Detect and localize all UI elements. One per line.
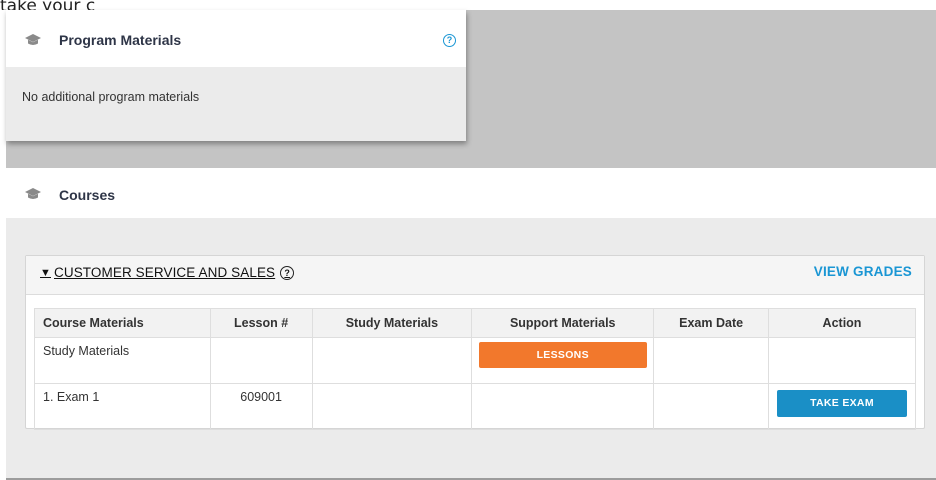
action-cell: TAKE EXAM — [768, 383, 916, 430]
column-header: Support Materials — [471, 308, 655, 338]
action-cell — [768, 337, 916, 384]
triangle-down-icon: ▼ — [40, 266, 51, 279]
program-materials-title: Program Materials — [59, 32, 182, 48]
column-header: Course Materials — [34, 308, 211, 338]
column-header: Action — [768, 308, 916, 338]
program-materials-card: Program Materials ? No additional progra… — [6, 10, 466, 141]
course-material-cell: 1. Exam 1 — [34, 383, 211, 430]
course-material-cell: Study Materials — [34, 337, 211, 384]
column-header: Exam Date — [653, 308, 769, 338]
exam-date-cell — [653, 337, 769, 384]
table-row: Study Materials LESSONS — [34, 337, 916, 384]
exam-date-cell — [653, 383, 769, 430]
graduation-cap-icon — [25, 188, 41, 199]
clipped-heading-text: take your c — [0, 0, 96, 10]
support-materials-cell: LESSONS — [471, 337, 655, 384]
take-exam-button[interactable]: TAKE EXAM — [777, 390, 907, 417]
study-materials-cell — [311, 337, 473, 384]
course-toggle-link[interactable]: ▼ CUSTOMER SERVICE AND SALES ? — [40, 265, 295, 280]
support-materials-cell — [471, 383, 655, 430]
lessons-button[interactable]: LESSONS — [478, 342, 647, 368]
program-materials-empty-text: No additional program materials — [22, 90, 200, 104]
courses-panel: Courses ▼ CUSTOMER SERVICE AND SALES ? V… — [6, 168, 936, 480]
view-grades-link[interactable]: VIEW GRADES — [814, 264, 912, 279]
column-header: Lesson # — [209, 308, 313, 338]
courses-header: Courses — [6, 168, 936, 218]
program-materials-header: Program Materials ? — [6, 10, 466, 67]
course-card: ▼ CUSTOMER SERVICE AND SALES ? VIEW GRAD… — [25, 255, 925, 430]
table-row: 1. Exam 1 609001 TAKE EXAM — [34, 383, 916, 430]
lesson-number-cell: 609001 — [209, 383, 313, 430]
study-materials-cell — [311, 383, 473, 430]
graduation-cap-icon — [25, 34, 41, 45]
lesson-number-cell — [209, 337, 313, 384]
courses-title: Courses — [59, 187, 116, 203]
page-frame: Program Materials ? No additional progra… — [6, 10, 936, 480]
course-materials-table: Course Materials Lesson # Study Material… — [34, 308, 916, 430]
question-circle-icon[interactable]: ? — [443, 34, 456, 47]
course-header: ▼ CUSTOMER SERVICE AND SALES ? VIEW GRAD… — [26, 256, 924, 295]
question-circle-icon[interactable]: ? — [280, 265, 295, 280]
table-header-row: Course Materials Lesson # Study Material… — [34, 308, 916, 338]
course-name: CUSTOMER SERVICE AND SALES — [54, 265, 276, 280]
column-header: Study Materials — [311, 308, 473, 338]
